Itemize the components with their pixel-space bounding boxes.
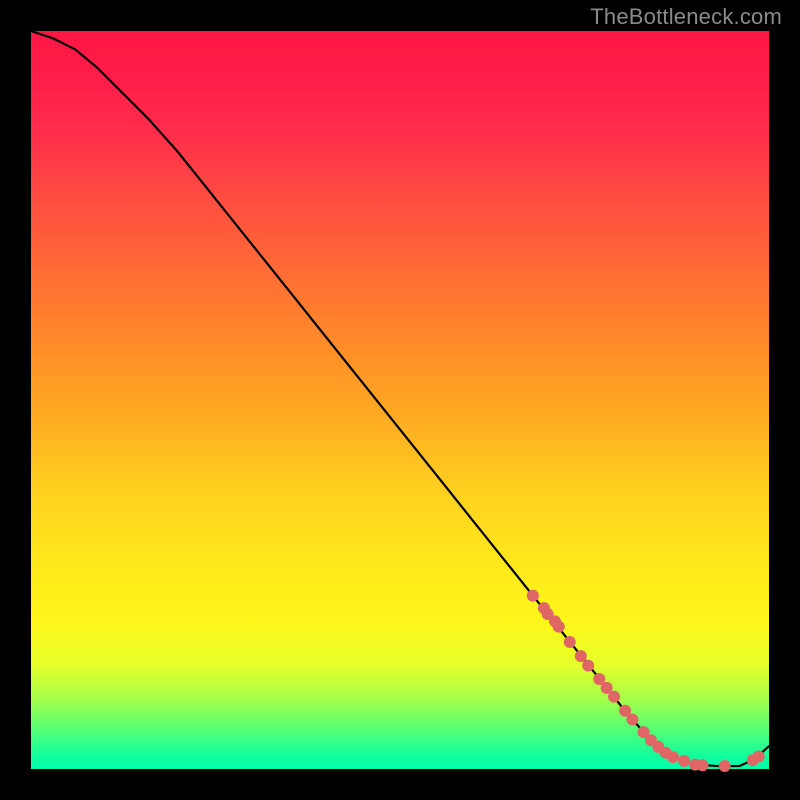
chart-svg <box>31 31 769 769</box>
hardware-point <box>564 636 576 648</box>
hardware-point <box>667 751 679 763</box>
hardware-point <box>753 750 765 762</box>
hardware-point <box>553 621 565 633</box>
hardware-point <box>719 760 731 772</box>
hardware-point <box>626 714 638 726</box>
bottleneck-curve <box>31 31 769 766</box>
hardware-point <box>575 650 587 662</box>
hardware-point <box>678 755 690 767</box>
hardware-point <box>582 660 594 672</box>
chart-frame: TheBottleneck.com <box>0 0 800 800</box>
hardware-point <box>697 759 709 771</box>
hardware-point <box>608 691 620 703</box>
hardware-point <box>527 590 539 602</box>
attribution-label: TheBottleneck.com <box>590 4 782 30</box>
hardware-points-group <box>527 590 765 772</box>
